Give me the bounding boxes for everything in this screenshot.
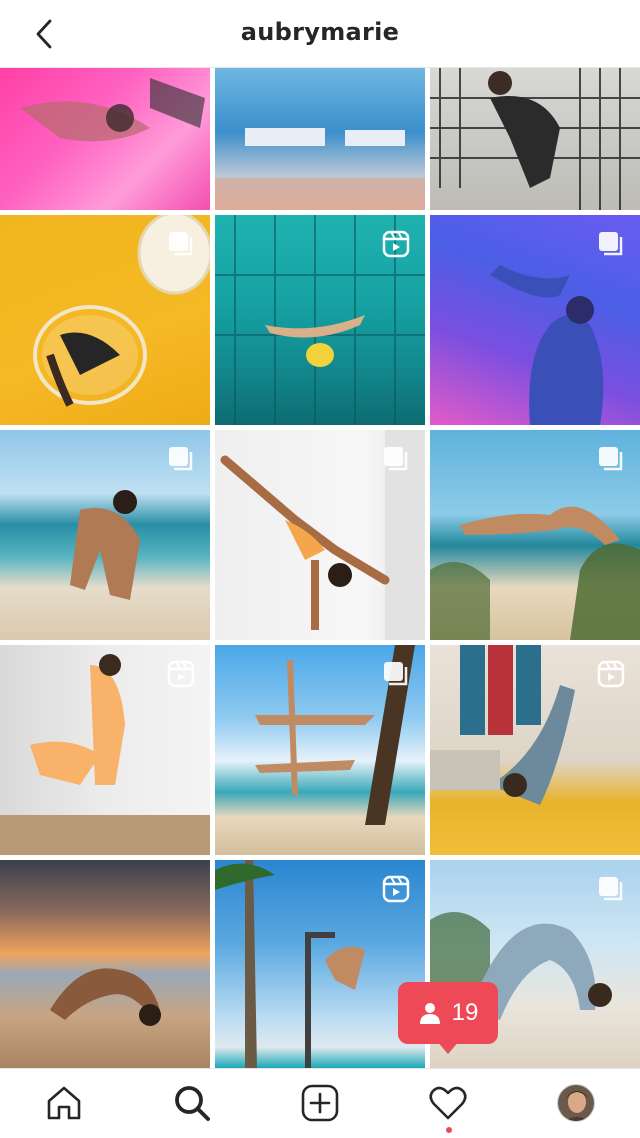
nav-search[interactable] (170, 1081, 214, 1125)
person-icon (419, 1003, 440, 1024)
multi-photo-icon (169, 232, 193, 256)
nav-profile[interactable] (554, 1081, 598, 1125)
multi-photo-icon (384, 447, 408, 471)
reel-icon (382, 875, 410, 903)
multi-photo-icon (599, 232, 623, 256)
profile-avatar (557, 1084, 595, 1122)
multi-photo-icon (599, 877, 623, 901)
top-bar: aubrymarie (0, 0, 640, 68)
multi-photo-icon (384, 662, 408, 686)
bottom-navigation (0, 1068, 640, 1138)
post-tile[interactable] (0, 68, 210, 210)
post-tile[interactable] (215, 430, 425, 640)
bubble-pointer (436, 1040, 460, 1054)
post-tile[interactable] (430, 645, 640, 855)
reel-icon (597, 660, 625, 688)
post-tile[interactable] (430, 215, 640, 425)
multi-photo-icon (599, 447, 623, 471)
new-followers-badge: 19 (398, 982, 498, 1044)
post-tile[interactable] (430, 430, 640, 640)
activity-heart-icon (429, 1086, 467, 1120)
post-tile[interactable] (215, 68, 425, 210)
nav-home[interactable] (42, 1081, 86, 1125)
post-tile[interactable] (215, 860, 425, 1068)
new-followers-bubble[interactable]: 19 (398, 982, 498, 1054)
new-post-icon (301, 1084, 339, 1122)
reel-icon (382, 230, 410, 258)
post-tile[interactable] (215, 645, 425, 855)
post-tile[interactable] (0, 430, 210, 640)
nav-activity[interactable] (426, 1081, 470, 1133)
notification-dot (446, 1127, 452, 1133)
post-tile[interactable] (0, 860, 210, 1068)
post-grid (0, 68, 640, 1068)
multi-photo-icon (169, 447, 193, 471)
post-tile[interactable] (430, 68, 640, 210)
post-tile[interactable] (0, 645, 210, 855)
post-tile[interactable] (215, 215, 425, 425)
post-tile[interactable] (0, 215, 210, 425)
search-icon (175, 1086, 210, 1121)
nav-new-post[interactable] (298, 1081, 342, 1125)
new-followers-count: 19 (451, 999, 479, 1026)
home-icon (47, 1086, 81, 1120)
profile-username: aubrymarie (240, 18, 400, 46)
reel-icon (167, 660, 195, 688)
